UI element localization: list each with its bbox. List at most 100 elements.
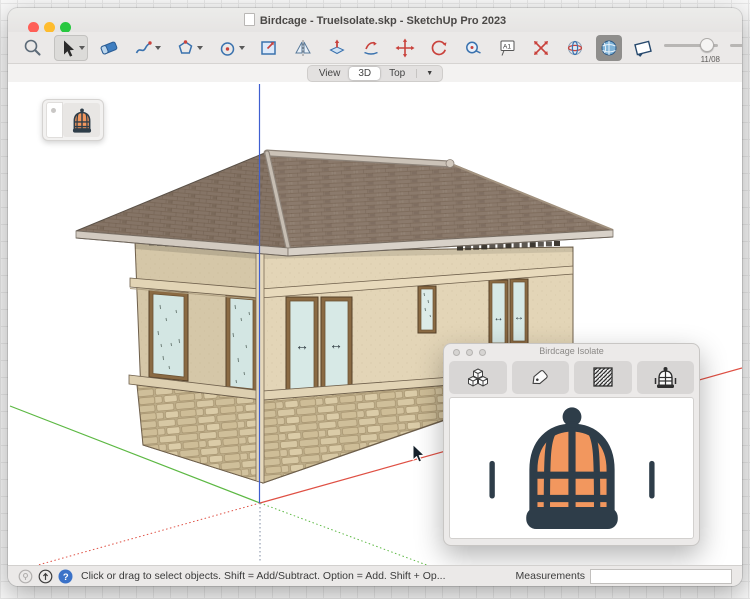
tag-icon: [527, 366, 553, 389]
geolocation-button[interactable]: [18, 569, 33, 584]
window-left-1: [149, 290, 188, 381]
window-far-1: ↔: [489, 280, 508, 346]
help-button[interactable]: ?: [58, 569, 73, 584]
eraser-icon: [98, 37, 120, 59]
chevron-down-icon: [239, 46, 245, 53]
hatch-icon: [591, 366, 615, 389]
panel-zoom-button[interactable]: [479, 349, 486, 356]
tape-measure-button[interactable]: [460, 35, 486, 61]
slider-thumb[interactable]: [700, 38, 714, 52]
tab-divider: [416, 69, 417, 78]
side-dash-right: [649, 461, 654, 499]
panel-title-bar: Birdcage Isolate: [444, 344, 699, 359]
document-icon: [244, 13, 255, 26]
panel-button-row: [449, 361, 694, 394]
move-icon: [394, 37, 416, 59]
rotate-tool-button[interactable]: [426, 35, 452, 61]
magnifier-icon: [22, 37, 44, 59]
window-small: [418, 286, 436, 333]
section-plane-button[interactable]: [630, 35, 656, 61]
sliding-door-left: ↔: [286, 297, 318, 395]
birdcage-isolate-panel: Birdcage Isolate: [443, 343, 700, 546]
pushpull-tool-button[interactable]: [324, 35, 350, 61]
scale-icon: [530, 37, 552, 59]
help-icon: ?: [58, 569, 73, 584]
tab-view[interactable]: View: [310, 67, 350, 80]
rectangle-tool-button[interactable]: [256, 35, 282, 61]
polygon-icon: [175, 38, 195, 58]
shape-tool-button[interactable]: [172, 35, 206, 61]
panel-close-button[interactable]: [453, 349, 460, 356]
panel-title: Birdcage Isolate: [539, 346, 604, 356]
text-label-icon: A1: [496, 37, 518, 59]
status-bar: ? Click or drag to select objects. Shift…: [8, 565, 742, 586]
move-tool-button[interactable]: [392, 35, 418, 61]
shadow-time-slider[interactable]: 01:30 PM: [730, 34, 742, 62]
panel-preview: [449, 397, 694, 539]
freehand-tool-button[interactable]: [130, 35, 164, 61]
ridge-end-cap: [446, 160, 454, 168]
side-dash-left: [489, 461, 494, 499]
toolbar: A1 11/08 01:30 PM »: [8, 32, 742, 64]
axis-green-dashed: [260, 503, 432, 565]
sliding-door-right: ↔: [321, 297, 352, 394]
follow-me-icon: [360, 37, 382, 59]
tab-top[interactable]: Top: [380, 67, 414, 80]
window-title: Birdcage - TrueIsolate.skp - SketchUp Pr…: [260, 15, 506, 27]
orbit-icon: [564, 37, 586, 59]
tape-measure-icon: [462, 37, 484, 59]
zoom-tool-button[interactable]: [20, 35, 46, 61]
select-tool-button[interactable]: [54, 35, 88, 61]
viewport[interactable]: ↔ ↔ ↔: [8, 82, 742, 565]
birdcage-icon: [652, 366, 679, 390]
shadow-date-slider[interactable]: 11/08: [664, 34, 722, 62]
instructor-icon: [38, 569, 53, 584]
title-bar: Birdcage - TrueIsolate.skp - SketchUp Pr…: [8, 8, 742, 32]
tab-dropdown[interactable]: ▼: [419, 70, 440, 77]
panel-minimize-button[interactable]: [466, 349, 473, 356]
svg-text:↔: ↔: [329, 336, 343, 352]
stone-base-left: [137, 385, 263, 483]
viewport-mini-toolbar: [42, 99, 104, 141]
geolocation-icon: [18, 569, 33, 584]
eraser-tool-button[interactable]: [96, 35, 122, 61]
rotate-icon: [428, 37, 450, 59]
tab-3d[interactable]: 3D: [349, 67, 380, 80]
trueisolate-plugin-button[interactable]: [596, 35, 622, 61]
axis-red-dashed: [38, 503, 260, 565]
svg-text:A1: A1: [503, 43, 511, 50]
window-title-wrap: Birdcage - TrueIsolate.skp - SketchUp Pr…: [8, 13, 742, 27]
push-pull-icon: [326, 37, 348, 59]
svg-text:?: ?: [63, 572, 69, 583]
chevron-down-icon: [197, 46, 203, 53]
slider-track: [730, 44, 742, 47]
tag-button[interactable]: [512, 361, 570, 394]
true-isolate-icon: [599, 38, 619, 58]
measurements-input[interactable]: [590, 569, 732, 584]
text-tool-button[interactable]: A1: [494, 35, 520, 61]
drag-handle[interactable]: [46, 102, 63, 138]
svg-text:↔: ↔: [295, 337, 309, 353]
measurements-label: Measurements: [516, 570, 585, 582]
select-arrow-icon: [57, 38, 77, 58]
followme-tool-button[interactable]: [358, 35, 384, 61]
status-message: Click or drag to select objects. Shift =…: [81, 570, 446, 582]
window-left-2: [226, 294, 257, 393]
roof: [76, 152, 613, 256]
view-tab-strip: View 3D Top ▼: [8, 64, 742, 83]
orbit-tool-button[interactable]: [562, 35, 588, 61]
components-icon: [465, 366, 491, 390]
instructor-button[interactable]: [38, 569, 53, 584]
scale-tool-button[interactable]: [528, 35, 554, 61]
birdcage-widget-button[interactable]: [63, 103, 100, 137]
app-window: Birdcage - TrueIsolate.skp - SketchUp Pr…: [8, 8, 742, 586]
hatch-button[interactable]: [574, 361, 632, 394]
chevron-down-icon: [155, 46, 161, 53]
svg-text:↔: ↔: [494, 313, 504, 324]
components-button[interactable]: [449, 361, 507, 394]
circle-tool-button[interactable]: [214, 35, 248, 61]
birdcage-button[interactable]: [637, 361, 695, 394]
flip-icon: [292, 37, 314, 59]
flip-tool-button[interactable]: [290, 35, 316, 61]
circle-icon: [217, 38, 237, 58]
